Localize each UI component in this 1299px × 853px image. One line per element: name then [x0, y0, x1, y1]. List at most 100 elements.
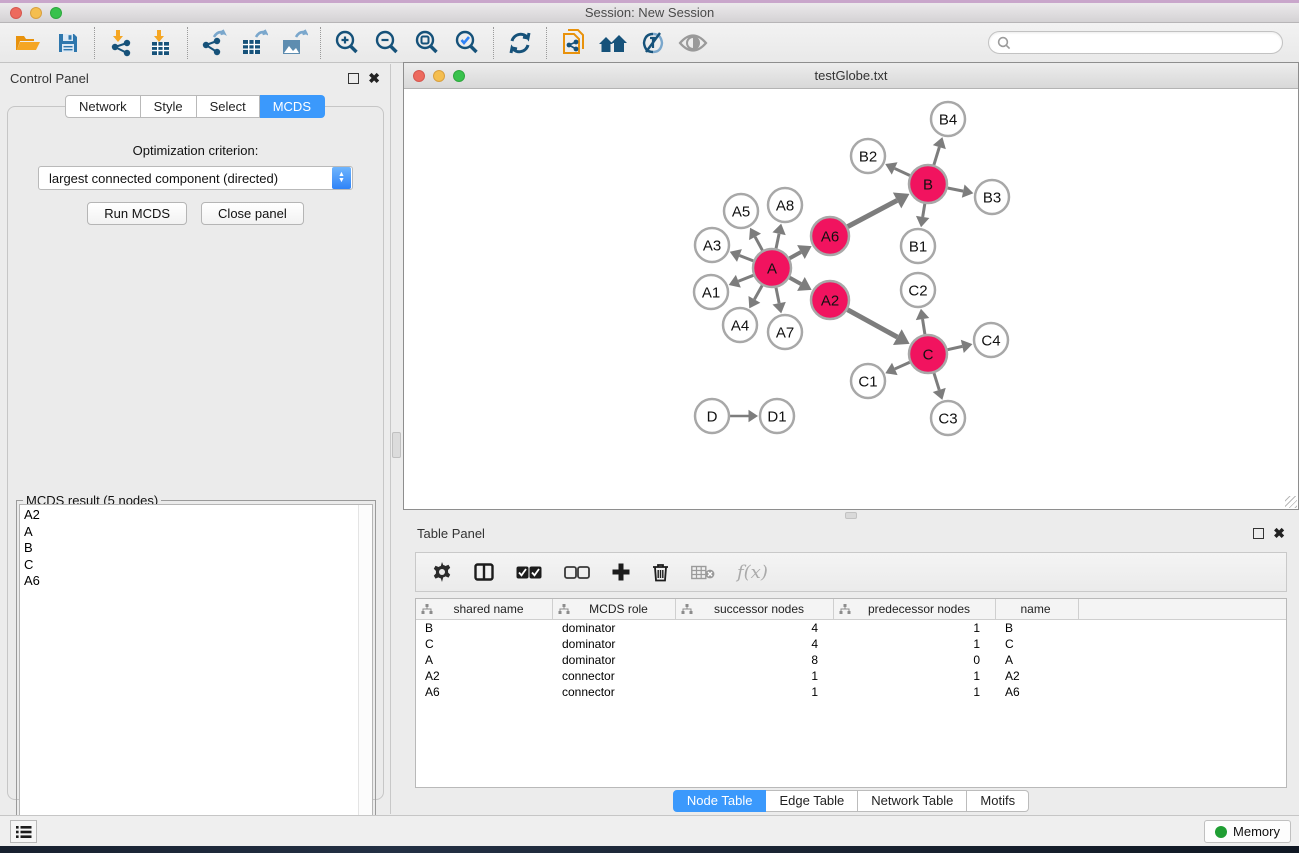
table-cell[interactable]: B — [416, 620, 553, 636]
mcds-result-list[interactable]: A2 A B C A6 — [19, 504, 373, 837]
show-graphics-details-button[interactable] — [673, 26, 713, 60]
search-field[interactable] — [988, 31, 1283, 54]
table-cell[interactable]: A6 — [996, 684, 1079, 700]
table-row[interactable]: A6connector11A6 — [416, 684, 1286, 700]
table-cell[interactable]: A2 — [996, 668, 1079, 684]
export-image-button[interactable] — [274, 26, 314, 60]
table-cell[interactable]: dominator — [553, 652, 676, 668]
graph-edge[interactable] — [848, 200, 897, 226]
column-header[interactable]: MCDS role — [553, 599, 676, 619]
graph-edge[interactable] — [934, 147, 939, 165]
table-cell[interactable]: 1 — [834, 684, 996, 700]
close-network-button[interactable] — [413, 70, 425, 82]
graph-edge[interactable] — [790, 278, 801, 284]
zoom-in-button[interactable] — [327, 26, 367, 60]
table-cell[interactable]: 1 — [834, 668, 996, 684]
close-panel-icon[interactable]: ✖ — [1273, 528, 1285, 539]
memory-button[interactable]: Memory — [1204, 820, 1291, 843]
column-header[interactable]: shared name — [416, 599, 553, 619]
zoom-fit-button[interactable] — [407, 26, 447, 60]
table-cell[interactable]: B — [996, 620, 1079, 636]
export-table-button[interactable] — [234, 26, 274, 60]
table-cell[interactable]: dominator — [553, 636, 676, 652]
graph-edge[interactable] — [948, 188, 964, 191]
add-column-button[interactable] — [612, 563, 630, 581]
apply-layout-button[interactable] — [500, 26, 540, 60]
zoom-network-button[interactable] — [453, 70, 465, 82]
graph-edge[interactable] — [754, 285, 762, 299]
zoom-window-button[interactable] — [50, 7, 62, 19]
graph-edge[interactable] — [895, 168, 910, 175]
graph-edge[interactable] — [738, 275, 753, 281]
table-cell[interactable]: C — [416, 636, 553, 652]
column-header[interactable]: name — [996, 599, 1079, 619]
tab-select[interactable]: Select — [197, 95, 260, 118]
tab-style[interactable]: Style — [141, 95, 197, 118]
table-cell[interactable]: dominator — [553, 620, 676, 636]
hide-label-button[interactable] — [633, 26, 673, 60]
table-cell[interactable]: 0 — [834, 652, 996, 668]
table-cell[interactable]: A2 — [416, 668, 553, 684]
table-cell[interactable]: 1 — [834, 636, 996, 652]
run-mcds-button[interactable]: Run MCDS — [87, 202, 187, 225]
graph-edge[interactable] — [755, 237, 762, 251]
close-panel-icon[interactable]: ✖ — [368, 73, 380, 84]
table-cell[interactable]: connector — [553, 668, 676, 684]
export-network-button[interactable] — [194, 26, 234, 60]
node-table[interactable]: shared name MCDS role successor nodes pr… — [415, 598, 1287, 788]
table-row[interactable]: Bdominator41B — [416, 620, 1286, 636]
tab-node-table[interactable]: Node Table — [673, 790, 767, 812]
table-cell[interactable]: C — [996, 636, 1079, 652]
list-item[interactable]: A — [24, 524, 354, 541]
table-cell[interactable]: A — [416, 652, 553, 668]
tab-network[interactable]: Network — [65, 95, 141, 118]
table-cell[interactable]: A6 — [416, 684, 553, 700]
graph-edge[interactable] — [923, 204, 925, 217]
graph-edge[interactable] — [776, 234, 779, 249]
list-item[interactable]: B — [24, 540, 354, 557]
graph-edge[interactable] — [739, 256, 753, 261]
import-table-button[interactable] — [141, 26, 181, 60]
scrollbar-track[interactable] — [358, 505, 372, 836]
import-network-button[interactable] — [101, 26, 141, 60]
table-cell[interactable]: connector — [553, 684, 676, 700]
splitter-grip[interactable] — [392, 432, 401, 458]
tab-edge-table[interactable]: Edge Table — [766, 790, 858, 812]
zoom-selected-button[interactable] — [447, 26, 487, 60]
table-row[interactable]: Cdominator41C — [416, 636, 1286, 652]
table-cell[interactable]: 8 — [676, 652, 834, 668]
delete-column-button[interactable] — [652, 563, 669, 582]
network-graph[interactable]: B4B2BB3A8A5A6A3B1AC2A1A2A4A7C4CC1C3DD1 — [404, 89, 1298, 509]
graph-edge[interactable] — [934, 373, 939, 390]
column-header[interactable]: successor nodes — [676, 599, 834, 619]
table-body[interactable]: Bdominator41BCdominator41CAdominator80AA… — [416, 620, 1286, 700]
graph-edge[interactable] — [776, 288, 779, 304]
zoom-out-button[interactable] — [367, 26, 407, 60]
table-cell[interactable]: 1 — [676, 684, 834, 700]
minimize-window-button[interactable] — [30, 7, 42, 19]
criterion-dropdown[interactable]: largest connected component (directed) ▲… — [38, 166, 353, 190]
select-all-button[interactable] — [516, 566, 542, 579]
close-window-button[interactable] — [10, 7, 22, 19]
graph-edge[interactable] — [848, 310, 898, 337]
list-item[interactable]: A6 — [24, 573, 354, 590]
table-cell[interactable]: A — [996, 652, 1079, 668]
float-panel-icon[interactable] — [348, 73, 359, 84]
horizontal-splitter-grip[interactable] — [845, 512, 857, 519]
table-cell[interactable]: 4 — [676, 620, 834, 636]
show-tasks-button[interactable] — [10, 820, 37, 843]
table-row[interactable]: Adominator80A — [416, 652, 1286, 668]
resize-grip-icon[interactable] — [1285, 496, 1297, 508]
list-item[interactable]: A2 — [24, 507, 354, 524]
column-header[interactable]: predecessor nodes — [834, 599, 996, 619]
list-item[interactable]: C — [24, 557, 354, 574]
graph-edge[interactable] — [895, 362, 910, 369]
search-input[interactable] — [1016, 36, 1274, 50]
network-canvas[interactable]: B4B2BB3A8A5A6A3B1AC2A1A2A4A7C4CC1C3DD1 — [404, 89, 1298, 509]
minimize-network-button[interactable] — [433, 70, 445, 82]
graph-edge[interactable] — [790, 252, 801, 258]
tab-mcds[interactable]: MCDS — [260, 95, 325, 118]
table-cell[interactable]: 1 — [834, 620, 996, 636]
home-button[interactable] — [593, 26, 633, 60]
function-builder-button[interactable]: f(x) — [737, 562, 768, 583]
